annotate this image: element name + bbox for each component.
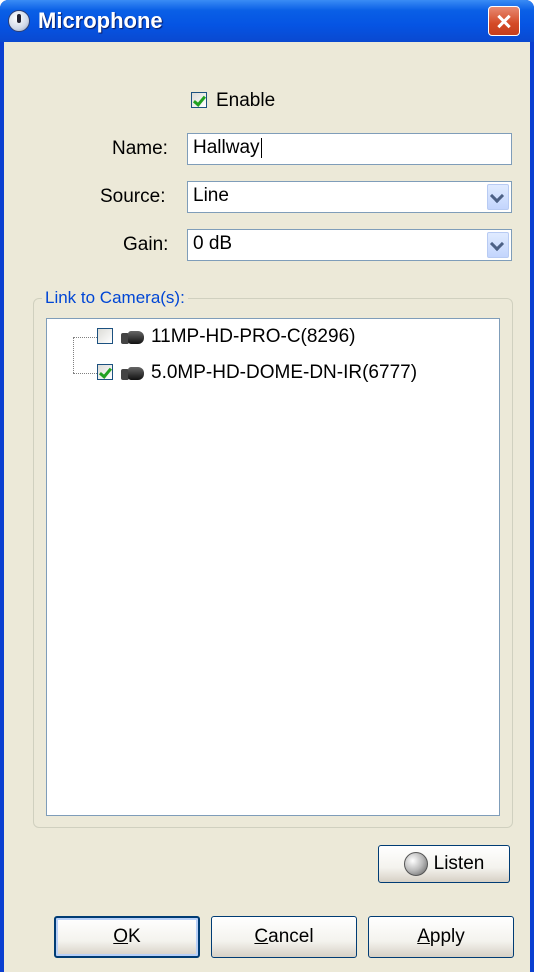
link-to-cameras-label: Link to Camera(s): bbox=[42, 288, 188, 308]
source-value: Line bbox=[193, 185, 229, 206]
text-cursor bbox=[260, 137, 262, 158]
close-button[interactable] bbox=[488, 6, 520, 36]
camera-checkbox[interactable] bbox=[97, 328, 113, 344]
title-bar[interactable]: Microphone bbox=[0, 0, 534, 42]
chevron-down-icon[interactable] bbox=[487, 232, 509, 258]
gain-value: 0 dB bbox=[193, 233, 233, 254]
apply-button[interactable]: Apply bbox=[368, 916, 514, 958]
source-label: Source: bbox=[100, 186, 166, 207]
microphone-dialog: Microphone Enable Name: Hallway Source: … bbox=[0, 0, 534, 972]
ok-label: K bbox=[128, 926, 141, 947]
tree-connector bbox=[73, 337, 97, 338]
ok-button[interactable]: OK bbox=[54, 916, 200, 958]
camera-tree[interactable]: 11MP-HD-PRO-C(8296) 5.0MP-HD-DOME-DN-IR(… bbox=[46, 318, 500, 816]
camera-checkbox[interactable] bbox=[97, 364, 113, 380]
name-label: Name: bbox=[112, 138, 168, 159]
name-field[interactable]: Hallway bbox=[187, 133, 512, 165]
camera-icon bbox=[121, 331, 145, 345]
chevron-down-icon[interactable] bbox=[487, 184, 509, 210]
listen-button[interactable]: Listen bbox=[378, 845, 510, 883]
listen-label: Listen bbox=[433, 853, 485, 874]
gain-select[interactable]: 0 dB bbox=[187, 229, 512, 261]
enable-checkbox[interactable] bbox=[191, 92, 207, 108]
cancel-mnemonic: C bbox=[254, 926, 269, 947]
name-value: Hallway bbox=[193, 137, 260, 158]
tree-connector bbox=[73, 373, 97, 374]
ok-mnemonic: O bbox=[113, 926, 129, 947]
cancel-button[interactable]: Cancel bbox=[211, 916, 357, 958]
apply-label: pply bbox=[429, 926, 465, 947]
source-select[interactable]: Line bbox=[187, 181, 512, 213]
apply-mnemonic: A bbox=[417, 926, 430, 947]
window-title: Microphone bbox=[38, 8, 163, 33]
enable-label[interactable]: Enable bbox=[216, 90, 275, 112]
microphone-app-icon bbox=[8, 10, 30, 32]
camera-item-label[interactable]: 5.0MP-HD-DOME-DN-IR(6777) bbox=[151, 362, 417, 384]
speaker-icon bbox=[403, 852, 428, 876]
camera-item-label[interactable]: 11MP-HD-PRO-C(8296) bbox=[151, 326, 355, 348]
tree-connector bbox=[73, 337, 74, 373]
cancel-label: ancel bbox=[268, 926, 314, 947]
gain-label: Gain: bbox=[123, 234, 169, 255]
camera-icon bbox=[121, 367, 145, 381]
